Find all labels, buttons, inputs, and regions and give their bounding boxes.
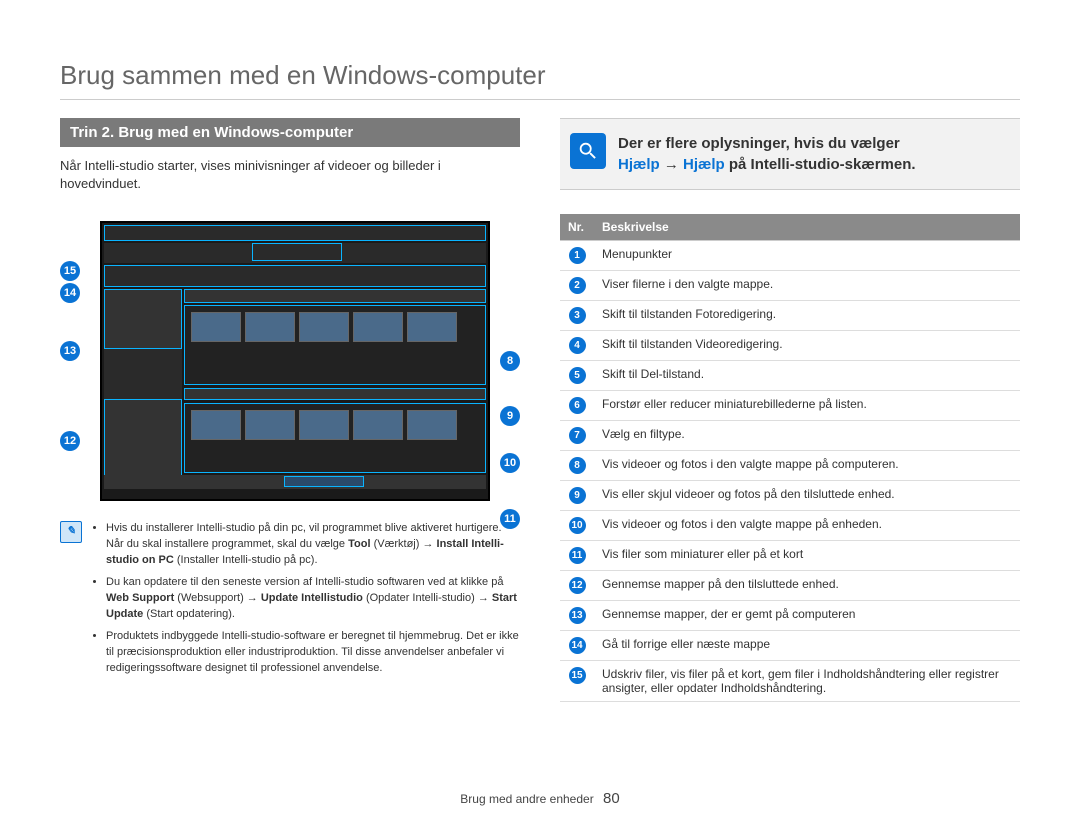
callout-15: 15 bbox=[60, 261, 80, 281]
table-row: 12 Gennemse mapper på den tilsluttede enh… bbox=[560, 571, 1020, 601]
ss-thumb bbox=[191, 410, 241, 440]
table-row: 2 Viser filerne i den valgte mappe. bbox=[560, 271, 1020, 301]
row-number-badge: 12 bbox=[569, 577, 586, 594]
note-item: Du kan opdatere til den seneste version … bbox=[106, 575, 520, 623]
row-description: Gennemse mapper, der er gemt på computer… bbox=[594, 601, 1020, 631]
ss-device-pane bbox=[184, 403, 486, 473]
footer-section: Brug med andre enheder bbox=[460, 792, 593, 806]
ss-thumb bbox=[245, 410, 295, 440]
callout-12: 12 bbox=[60, 431, 80, 451]
callout-10: 10 bbox=[500, 453, 520, 473]
row-number-badge: 9 bbox=[569, 487, 586, 504]
screenshot-diagram: 1 2 3 4 5 6 7 15 14 13 12 8 9 10 11 bbox=[60, 221, 520, 501]
intro-text: Når Intelli-studio starter, vises minivi… bbox=[60, 157, 520, 193]
row-number-badge: 13 bbox=[569, 607, 586, 624]
magnifier-icon bbox=[570, 133, 606, 169]
ss-statusbar bbox=[104, 475, 486, 489]
table-row: 5 Skift til Del-tilstand. bbox=[560, 361, 1020, 391]
th-desc: Beskrivelse bbox=[594, 214, 1020, 241]
footer: Brug med andre enheder 80 bbox=[0, 790, 1080, 807]
row-description: Vælg en filtype. bbox=[594, 421, 1020, 451]
note-item: Produktets indbyggede Intelli-studio-sof… bbox=[106, 629, 520, 677]
table-row: 13 Gennemse mapper, der er gemt på comput… bbox=[560, 601, 1020, 631]
note-box: ✎ Hvis du installerer Intelli-studio på … bbox=[60, 521, 520, 682]
ss-thumb bbox=[191, 312, 241, 342]
table-row: 9 Vis eller skjul videoer og fotos på den… bbox=[560, 481, 1020, 511]
ss-viewmode bbox=[284, 476, 364, 487]
ss-thumb bbox=[407, 410, 457, 440]
row-number-badge: 10 bbox=[569, 517, 586, 534]
table-row: 11 Vis filer som miniaturer eller på et k… bbox=[560, 541, 1020, 571]
callout-13: 13 bbox=[60, 341, 80, 361]
row-description: Viser filerne i den valgte mappe. bbox=[594, 271, 1020, 301]
info-line2: Hjælp → Hjælp på Intelli-studio-skærmen. bbox=[618, 154, 916, 175]
row-description: Menupunkter bbox=[594, 241, 1020, 271]
ss-divider bbox=[184, 388, 486, 400]
footer-page-number: 80 bbox=[603, 790, 620, 807]
note-item: Hvis du installerer Intelli-studio på di… bbox=[106, 521, 520, 569]
ss-thumb bbox=[299, 410, 349, 440]
ss-thumb bbox=[299, 312, 349, 342]
table-row: 6 Forstør eller reducer miniaturebilleder… bbox=[560, 391, 1020, 421]
callout-8: 8 bbox=[500, 351, 520, 371]
table-row: 14 Gå til forrige eller næste mappe bbox=[560, 631, 1020, 661]
ss-sidebar-device bbox=[104, 399, 182, 479]
app-screenshot bbox=[100, 221, 490, 501]
row-number-badge: 15 bbox=[569, 667, 586, 684]
table-row: 10 Vis videoer og fotos i den valgte mapp… bbox=[560, 511, 1020, 541]
row-number-badge: 1 bbox=[569, 247, 586, 264]
description-table: Nr. Beskrivelse 1 Menupunkter 2 Viser filer… bbox=[560, 214, 1020, 702]
row-description: Vis videoer og fotos i den valgte mappe … bbox=[594, 511, 1020, 541]
right-column: Der er flere oplysninger, hvis du vælger… bbox=[560, 118, 1020, 702]
info-line1: Der er flere oplysninger, hvis du vælger bbox=[618, 133, 916, 154]
ss-navbar bbox=[184, 289, 486, 303]
row-number-badge: 3 bbox=[569, 307, 586, 324]
info-box: Der er flere oplysninger, hvis du vælger… bbox=[560, 118, 1020, 190]
page-title: Brug sammen med en Windows-computer bbox=[60, 60, 1020, 100]
callout-14: 14 bbox=[60, 283, 80, 303]
table-row: 15 Udskriv filer, vis filer på et kort, g… bbox=[560, 661, 1020, 702]
table-row: 8 Vis videoer og fotos i den valgte mappe… bbox=[560, 451, 1020, 481]
row-number-badge: 11 bbox=[569, 547, 586, 564]
ss-thumb bbox=[353, 312, 403, 342]
ss-thumb bbox=[353, 410, 403, 440]
th-nr: Nr. bbox=[560, 214, 594, 241]
callout-9: 9 bbox=[500, 406, 520, 426]
row-description: Forstør eller reducer miniaturebilledern… bbox=[594, 391, 1020, 421]
row-number-badge: 7 bbox=[569, 427, 586, 444]
ss-sidebar-computer bbox=[104, 289, 182, 349]
row-description: Vis filer som miniaturer eller på et kor… bbox=[594, 541, 1020, 571]
row-description: Skift til tilstanden Videoredigering. bbox=[594, 331, 1020, 361]
note-icon: ✎ bbox=[60, 521, 82, 543]
row-description: Udskriv filer, vis filer på et kort, gem… bbox=[594, 661, 1020, 702]
ss-sidebar bbox=[104, 289, 182, 479]
row-description: Vis eller skjul videoer og fotos på den … bbox=[594, 481, 1020, 511]
ss-logo bbox=[252, 243, 342, 261]
row-number-badge: 2 bbox=[569, 277, 586, 294]
table-row: 1 Menupunkter bbox=[560, 241, 1020, 271]
row-description: Gå til forrige eller næste mappe bbox=[594, 631, 1020, 661]
table-row: 4 Skift til tilstanden Videoredigering. bbox=[560, 331, 1020, 361]
row-description: Vis videoer og fotos i den valgte mappe … bbox=[594, 451, 1020, 481]
row-description: Skift til Del-tilstand. bbox=[594, 361, 1020, 391]
ss-thumb bbox=[407, 312, 457, 342]
ss-thumb bbox=[245, 312, 295, 342]
row-number-badge: 5 bbox=[569, 367, 586, 384]
ss-tabs bbox=[104, 265, 486, 287]
row-number-badge: 6 bbox=[569, 397, 586, 414]
row-description: Skift til tilstanden Fotoredigering. bbox=[594, 301, 1020, 331]
row-description: Gennemse mapper på den tilsluttede enhed… bbox=[594, 571, 1020, 601]
table-row: 7 Vælg en filtype. bbox=[560, 421, 1020, 451]
ss-menubar bbox=[104, 225, 486, 241]
row-number-badge: 14 bbox=[569, 637, 586, 654]
table-row: 3 Skift til tilstanden Fotoredigering. bbox=[560, 301, 1020, 331]
step-heading: Trin 2. Brug med en Windows-computer bbox=[60, 118, 520, 147]
ss-computer-pane bbox=[184, 305, 486, 385]
row-number-badge: 4 bbox=[569, 337, 586, 354]
left-column: Trin 2. Brug med en Windows-computer Når… bbox=[60, 118, 520, 702]
row-number-badge: 8 bbox=[569, 457, 586, 474]
